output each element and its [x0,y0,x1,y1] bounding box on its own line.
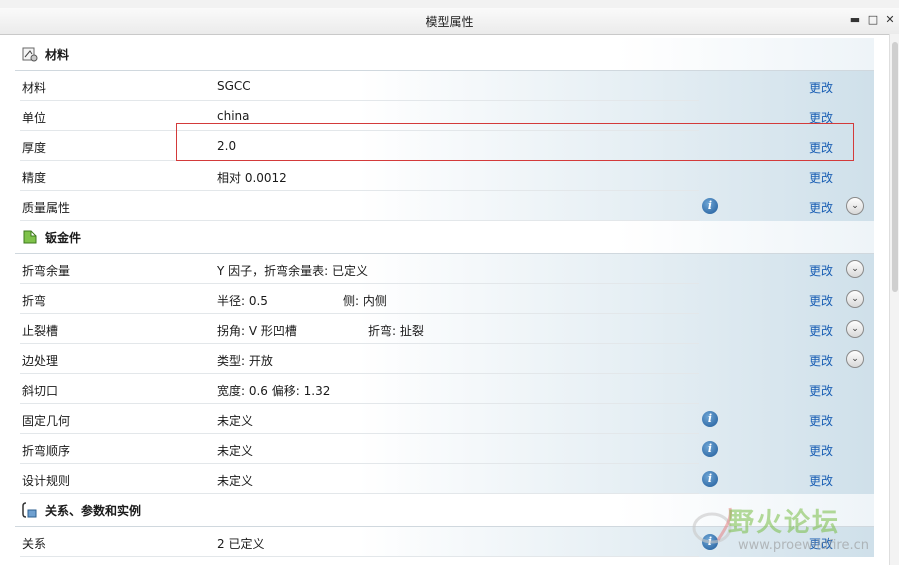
property-value: SGCC [217,79,251,93]
property-row: 厚度 2.0 更改 [15,131,874,161]
property-label: 边处理 [22,354,59,368]
property-value-secondary: 侧: 内侧 [343,294,387,308]
property-label: 关系 [22,537,47,551]
property-row: 边处理 类型: 开放 更改 ⌄ [15,344,874,374]
property-row: 止裂槽 拐角: V 形凹槽 折弯: 扯裂 更改 ⌄ [15,314,874,344]
property-row: 折弯 半径: 0.5 侧: 内侧 更改 ⌄ [15,284,874,314]
property-label: 斜切口 [22,384,59,398]
property-label: 材料 [22,81,47,95]
change-link[interactable]: 更改 [809,382,833,399]
model-properties-panel: 材料 材料 SGCC 更改 单位 china 更改 厚度 2.0 更改 精度 相对 0.0012 更改质… [15,38,874,565]
section-title: 材料 [45,47,70,62]
change-link[interactable]: 更改 [809,322,833,339]
change-link[interactable]: 更改 [809,79,833,96]
expand-chevron-icon[interactable]: ⌄ [846,260,864,278]
section-header: 钣金件 [15,221,874,254]
change-link[interactable]: 更改 [809,292,833,309]
property-value: 2 已定义 [217,537,265,551]
info-icon[interactable]: i [702,534,718,550]
property-label: 单位 [22,111,47,125]
property-label: 折弯顺序 [22,444,71,458]
property-label: 折弯余量 [22,264,71,278]
section-title: 关系、参数和实例 [45,503,142,518]
scrollbar-thumb[interactable] [892,42,898,292]
section-title: 钣金件 [45,230,82,245]
property-row: 折弯顺序 未定义 i 更改 [15,434,874,464]
property-value: 未定义 [217,474,254,488]
property-row: 设计规则 未定义 i 更改 [15,464,874,494]
property-row: 折弯余量 Y 因子，折弯余量表: 已定义 更改 ⌄ [15,254,874,284]
property-row: 单位 china 更改 [15,101,874,131]
relations-icon [21,501,45,519]
property-label: 厚度 [22,141,47,155]
property-row: 关系 2 已定义 i 更改 [15,527,874,557]
property-value-secondary: 折弯: 扯裂 [368,324,424,338]
change-link[interactable]: 更改 [809,412,833,429]
change-link[interactable]: 更改 [809,139,833,156]
property-value: 相对 0.0012 [217,171,287,185]
change-link[interactable]: 更改 [809,262,833,279]
section-header: 关系、参数和实例 [15,494,874,527]
property-label: 折弯 [22,294,47,308]
property-value: 2.0 [217,139,237,153]
change-link[interactable]: 更改 [809,535,833,552]
expand-chevron-icon[interactable]: ⌄ [846,350,864,368]
material-icon [21,45,45,63]
property-label: 精度 [22,171,47,185]
property-label: 设计规则 [22,474,71,488]
title-bar: 模型属性 ▬ □ ✕ [0,8,899,35]
expand-chevron-icon[interactable]: ⌄ [846,290,864,308]
change-link[interactable]: 更改 [809,199,833,216]
scrollbar[interactable] [889,34,899,565]
property-value: 拐角: V 形凹槽 [217,324,297,338]
property-label: 固定几何 [22,414,71,428]
property-value: 宽度: 0.6 偏移: 1.32 [217,384,331,398]
info-icon[interactable]: i [702,411,718,427]
property-row: 固定几何 未定义 i 更改 [15,404,874,434]
property-row: 质量属性 i 更改 ⌄ [15,191,874,221]
minimize-button[interactable]: ▬ [848,13,862,27]
close-button[interactable]: ✕ [883,13,897,27]
property-row: 斜切口 宽度: 0.6 偏移: 1.32 更改 [15,374,874,404]
info-icon[interactable]: i [702,198,718,214]
change-link[interactable]: 更改 [809,352,833,369]
property-row: 材料 SGCC 更改 [15,71,874,101]
info-icon[interactable]: i [702,441,718,457]
info-icon[interactable]: i [702,471,718,487]
sheetmetal-icon [21,228,45,246]
change-link[interactable]: 更改 [809,109,833,126]
window-title: 模型属性 [425,15,474,29]
property-label: 止裂槽 [22,324,59,338]
property-value: 半径: 0.5 [217,294,268,308]
property-value: 未定义 [217,444,254,458]
property-value: 未定义 [217,414,254,428]
maximize-button[interactable]: □ [866,13,880,27]
change-link[interactable]: 更改 [809,169,833,186]
expand-chevron-icon[interactable]: ⌄ [846,320,864,338]
property-value: china [217,109,250,123]
property-label: 质量属性 [22,201,71,215]
expand-chevron-icon[interactable]: ⌄ [846,197,864,215]
property-value: 类型: 开放 [217,354,273,368]
section-header: 材料 [15,38,874,71]
change-link[interactable]: 更改 [809,442,833,459]
property-row: 精度 相对 0.0012 更改 [15,161,874,191]
change-link[interactable]: 更改 [809,472,833,489]
property-value: Y 因子，折弯余量表: 已定义 [217,264,369,278]
